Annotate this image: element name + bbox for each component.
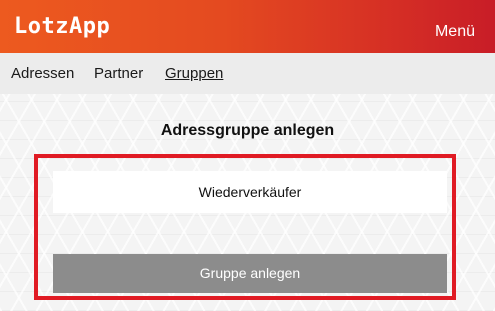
group-name-input[interactable] [53, 171, 447, 213]
nav-item-adressen[interactable]: Adressen [11, 65, 74, 83]
app-logo: LotzApp [14, 14, 111, 39]
create-group-button[interactable]: Gruppe anlegen [53, 254, 447, 293]
nav-item-gruppen[interactable]: Gruppen [165, 65, 223, 83]
main-content: Adressgruppe anlegen Gruppe anlegen [0, 94, 495, 311]
nav-item-partner[interactable]: Partner [94, 65, 143, 83]
page: LotzApp Menü Adressen Partner Gruppen Ad… [0, 0, 495, 311]
form-title: Adressgruppe anlegen [160, 122, 335, 139]
nav-bar: Adressen Partner Gruppen [0, 53, 495, 94]
app-header: LotzApp Menü [0, 0, 495, 53]
menu-button[interactable]: Menü [435, 22, 475, 42]
